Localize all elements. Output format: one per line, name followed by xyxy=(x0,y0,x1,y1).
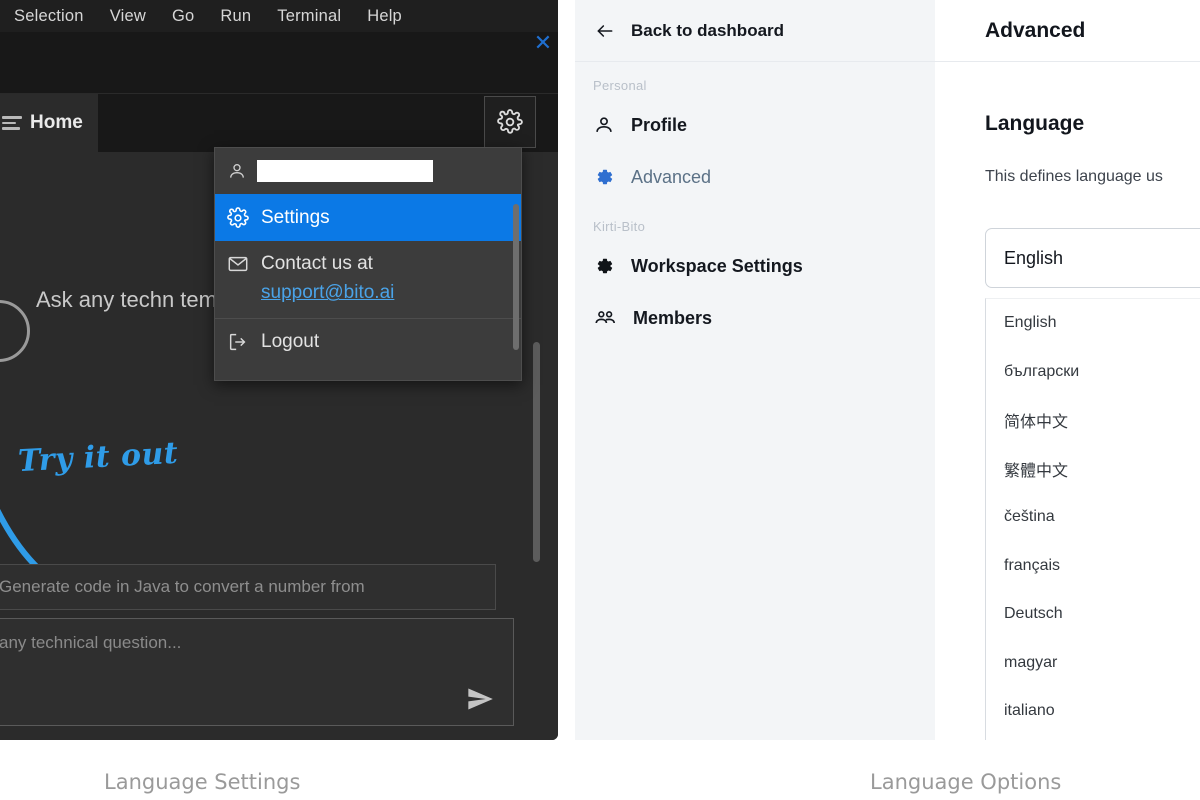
account-username-value xyxy=(257,160,433,182)
logout-icon xyxy=(229,334,246,351)
language-options-list[interactable]: English български 简体中文 繁體中文 čeština fran… xyxy=(985,298,1200,740)
language-option[interactable]: 简体中文 xyxy=(986,396,1200,445)
gear-icon xyxy=(597,258,613,274)
account-dropdown-menu: Settings Contact us at support@bito.ai L… xyxy=(214,147,522,381)
back-to-dashboard-button[interactable]: Back to dashboard xyxy=(575,0,935,62)
contact-label: Contact us at xyxy=(261,253,373,274)
menu-item-selection[interactable]: Selection xyxy=(14,7,84,26)
arrow-left-icon xyxy=(597,24,613,37)
language-select[interactable]: English xyxy=(985,228,1200,288)
mail-icon xyxy=(228,256,248,272)
tab-home-label: Home xyxy=(30,112,83,133)
ask-input-box[interactable]: any technical question... xyxy=(0,618,514,726)
language-section-title: Language xyxy=(985,112,1085,135)
sidebar-item-workspace-settings[interactable]: Workspace Settings xyxy=(575,240,935,292)
sidebar-item-members[interactable]: Members xyxy=(575,292,935,344)
account-username-row xyxy=(215,148,521,194)
suggestion-prompt-text: Generate code in Java to convert a numbe… xyxy=(0,577,365,596)
menu-item-help[interactable]: Help xyxy=(367,7,402,26)
language-option[interactable]: български xyxy=(986,348,1200,397)
menu-item-terminal[interactable]: Terminal xyxy=(277,7,341,26)
page-title: Advanced xyxy=(985,18,1086,42)
menu-item-run[interactable]: Run xyxy=(220,7,251,26)
ide-top-strip xyxy=(0,32,558,94)
group-icon xyxy=(595,311,615,324)
ide-tab-row: Home xyxy=(0,94,558,152)
language-option[interactable]: italiano xyxy=(986,687,1200,736)
suggestion-prompt-box[interactable]: Generate code in Java to convert a numbe… xyxy=(0,564,496,610)
language-description: This defines language us xyxy=(985,168,1163,185)
menu-item-logout-label: Logout xyxy=(261,331,320,353)
close-icon[interactable]: ✕ xyxy=(532,30,554,56)
sidebar-item-advanced-label: Advanced xyxy=(631,166,712,187)
contact-text: Contact us at support@bito.ai xyxy=(261,249,394,308)
menu-item-view[interactable]: View xyxy=(110,7,146,26)
person-icon xyxy=(230,164,244,178)
ide-panel: Selection View Go Run Terminal Help ✕ Ho… xyxy=(0,0,558,740)
language-option[interactable]: français xyxy=(986,542,1200,591)
ide-panel-scrollbar[interactable] xyxy=(533,342,540,562)
caption-language-settings: Language Settings xyxy=(104,770,301,794)
language-option[interactable]: magyar xyxy=(986,639,1200,688)
hamburger-icon xyxy=(2,116,22,130)
menu-item-settings-label: Settings xyxy=(261,206,330,228)
menu-item-logout[interactable]: Logout xyxy=(215,319,521,366)
decorative-circle-icon xyxy=(0,300,30,362)
language-option[interactable]: 繁體中文 xyxy=(986,445,1200,494)
language-option[interactable]: čeština xyxy=(986,493,1200,542)
sidebar-group-label-workspace: Kirti-Bito xyxy=(593,219,646,234)
send-icon[interactable] xyxy=(463,685,497,713)
person-icon xyxy=(596,117,612,132)
language-select-value: English xyxy=(1004,247,1064,268)
ide-menu-bar: Selection View Go Run Terminal Help xyxy=(0,0,558,32)
language-option[interactable]: Deutsch xyxy=(986,590,1200,639)
language-option[interactable]: English xyxy=(986,299,1200,348)
sidebar-item-members-label: Members xyxy=(633,307,713,328)
sidebar-group-label-personal: Personal xyxy=(593,78,647,93)
back-to-dashboard-label: Back to dashboard xyxy=(631,20,785,40)
tab-home[interactable]: Home xyxy=(0,94,98,152)
ask-input-placeholder: any technical question... xyxy=(0,633,182,652)
caption-language-options: Language Options xyxy=(870,770,1062,794)
advanced-pane: Advanced Language This defines language … xyxy=(935,0,1200,740)
menu-item-contact[interactable]: Contact us at support@bito.ai xyxy=(215,241,521,319)
settings-gear-button[interactable] xyxy=(484,96,536,148)
sidebar-item-advanced[interactable]: Advanced xyxy=(575,151,935,203)
support-email-link[interactable]: support@bito.ai xyxy=(261,282,394,303)
sidebar-item-profile[interactable]: Profile xyxy=(575,99,935,151)
advanced-header: Advanced xyxy=(935,0,1200,62)
gear-icon xyxy=(497,109,523,134)
sidebar-item-workspace-settings-label: Workspace Settings xyxy=(631,255,803,276)
gear-icon xyxy=(597,169,613,185)
settings-sidebar: Back to dashboard Personal Profile Advan… xyxy=(575,0,935,740)
menu-item-settings[interactable]: Settings xyxy=(215,194,521,241)
sidebar-item-profile-label: Profile xyxy=(631,114,688,135)
screenshot-root: Selection View Go Run Terminal Help ✕ Ho… xyxy=(0,0,1200,800)
menu-item-go[interactable]: Go xyxy=(172,7,194,26)
account-menu-scrollbar[interactable] xyxy=(513,204,519,350)
gear-icon xyxy=(227,206,249,228)
